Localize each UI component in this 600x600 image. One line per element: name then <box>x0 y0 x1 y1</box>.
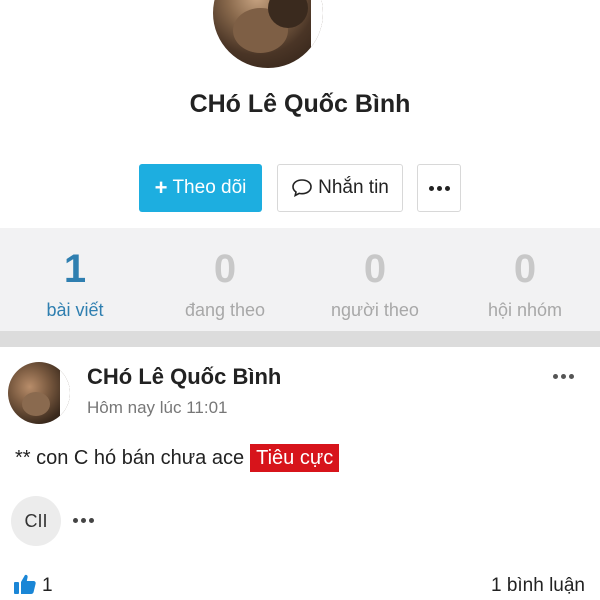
reaction-more-button[interactable] <box>73 518 94 523</box>
like-count: 1 <box>42 575 53 596</box>
stat-value: 1 <box>63 247 87 291</box>
stat-groups[interactable]: 0 hội nhóm <box>450 228 600 331</box>
post-more-button[interactable] <box>553 374 574 379</box>
more-dots-icon <box>428 185 450 191</box>
stat-label: hội nhóm <box>487 300 563 320</box>
profile-name: CHó Lê Quốc Bình <box>189 90 411 118</box>
stat-value: 0 <box>513 247 537 291</box>
chat-bubble-icon <box>291 178 313 198</box>
post-author-avatar[interactable] <box>8 362 70 424</box>
more-dots-icon <box>73 518 94 523</box>
stat-value: 0 <box>213 247 237 291</box>
profile-more-button[interactable] <box>417 164 461 212</box>
follow-button[interactable]: + Theo dõi <box>139 164 262 212</box>
plus-icon: + <box>154 175 168 200</box>
follow-label: Theo dõi <box>172 177 247 198</box>
comment-count[interactable]: 1 bình luận <box>491 575 585 597</box>
stat-label: bài viết <box>46 300 104 320</box>
stat-following[interactable]: 0 đang theo <box>150 228 300 331</box>
stat-label: đang theo <box>184 300 266 320</box>
post-author-name[interactable]: CHó Lê Quốc Bình <box>87 364 281 390</box>
stat-posts[interactable]: 1 bài viết <box>0 228 150 331</box>
stat-label: người theo <box>331 300 419 320</box>
stat-value: 0 <box>363 247 387 291</box>
profile-avatar[interactable] <box>213 0 323 68</box>
message-button[interactable]: Nhắn tin <box>277 164 403 212</box>
profile-stats: 1 bài viết 0 đang theo 0 người theo 0 hộ… <box>0 228 600 331</box>
post-text: ** con C hó bán chưa ace <box>15 446 245 469</box>
message-label: Nhắn tin <box>318 177 389 198</box>
more-dots-icon <box>553 374 574 379</box>
post-timestamp: Hôm nay lúc 11:01 <box>87 398 228 417</box>
thumbs-up-icon[interactable] <box>13 573 37 595</box>
sentiment-badge: Tiêu cực <box>250 444 340 472</box>
post-content: ** con C hó bán chưa ace Tiêu cực <box>15 444 340 472</box>
section-divider <box>0 331 600 347</box>
stat-followers[interactable]: 0 người theo <box>300 228 450 331</box>
reaction-chip[interactable]: CII <box>11 496 61 546</box>
